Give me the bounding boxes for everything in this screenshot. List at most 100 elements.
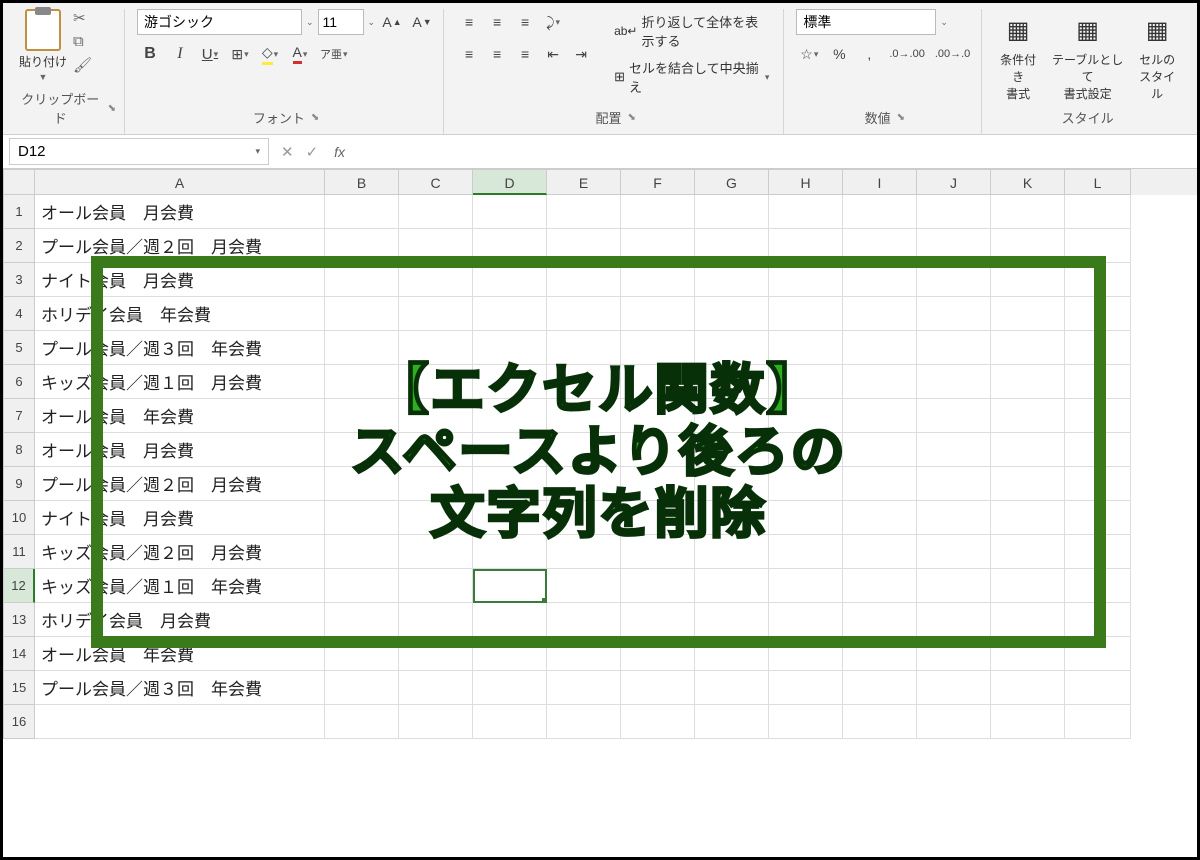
column-header[interactable]: L — [1065, 169, 1131, 195]
align-top-icon[interactable]: ≡ — [456, 9, 482, 35]
cell[interactable] — [399, 433, 473, 467]
percent-format-icon[interactable]: % — [826, 41, 852, 67]
cell[interactable]: キッズ会員／週１回 月会費 — [35, 365, 325, 399]
cell[interactable] — [473, 501, 547, 535]
bold-button[interactable]: B — [137, 41, 163, 67]
cell[interactable] — [843, 433, 917, 467]
row-header[interactable]: 12 — [3, 569, 35, 603]
cell[interactable] — [325, 331, 399, 365]
cell-styles-button[interactable]: ▦ セルの スタイル — [1133, 9, 1181, 104]
cell[interactable] — [917, 603, 991, 637]
cell[interactable] — [843, 467, 917, 501]
cell[interactable] — [547, 399, 621, 433]
cell[interactable] — [843, 331, 917, 365]
cell[interactable] — [399, 195, 473, 229]
cell[interactable] — [473, 399, 547, 433]
cell[interactable] — [1065, 671, 1131, 705]
chevron-down-icon[interactable]: ▾ — [765, 72, 770, 83]
cell[interactable] — [325, 569, 399, 603]
cell[interactable]: ナイト会員 月会費 — [35, 263, 325, 297]
cell[interactable]: プール会員／週３回 年会費 — [35, 671, 325, 705]
row-header[interactable]: 2 — [3, 229, 35, 263]
cell[interactable] — [695, 603, 769, 637]
cell[interactable] — [399, 603, 473, 637]
select-all-corner[interactable] — [3, 169, 35, 195]
cell[interactable]: オール会員 年会費 — [35, 637, 325, 671]
cell[interactable] — [325, 365, 399, 399]
cell[interactable] — [917, 297, 991, 331]
row-header[interactable]: 6 — [3, 365, 35, 399]
chevron-down-icon[interactable]: ▼ — [39, 72, 48, 82]
cell[interactable] — [473, 297, 547, 331]
increase-decimal-icon[interactable]: .0→.00 — [886, 41, 927, 67]
cell[interactable] — [1065, 535, 1131, 569]
cell[interactable] — [991, 399, 1065, 433]
row-header[interactable]: 7 — [3, 399, 35, 433]
cancel-icon[interactable]: ✕ — [281, 143, 294, 161]
cell[interactable] — [695, 637, 769, 671]
column-header[interactable]: E — [547, 169, 621, 195]
cell[interactable] — [621, 433, 695, 467]
cell[interactable] — [547, 365, 621, 399]
chevron-down-icon[interactable]: ⌄ — [368, 17, 376, 28]
phonetic-button[interactable]: ア亜▾ — [317, 41, 351, 67]
decrease-indent-icon[interactable]: ⇤ — [540, 41, 566, 67]
cell[interactable] — [843, 229, 917, 263]
cell[interactable] — [325, 297, 399, 331]
cell[interactable]: ホリデイ会員 年会費 — [35, 297, 325, 331]
cell[interactable] — [621, 263, 695, 297]
cell[interactable] — [473, 229, 547, 263]
row-header[interactable]: 15 — [3, 671, 35, 705]
cell[interactable] — [1065, 297, 1131, 331]
column-header[interactable]: C — [399, 169, 473, 195]
cell[interactable]: プール会員／週２回 月会費 — [35, 229, 325, 263]
cell[interactable] — [399, 297, 473, 331]
cell[interactable] — [473, 705, 547, 739]
cell[interactable] — [843, 399, 917, 433]
cell[interactable] — [769, 603, 843, 637]
cell[interactable] — [991, 297, 1065, 331]
cell[interactable] — [991, 467, 1065, 501]
cell[interactable] — [843, 705, 917, 739]
cell[interactable] — [473, 637, 547, 671]
accounting-format-icon[interactable]: ☆▾ — [796, 41, 822, 67]
cell[interactable] — [35, 705, 325, 739]
chevron-down-icon[interactable]: ⌄ — [306, 17, 314, 28]
cell[interactable]: オール会員 月会費 — [35, 195, 325, 229]
cut-icon[interactable]: ✂ — [73, 9, 92, 27]
cell[interactable] — [769, 331, 843, 365]
column-header[interactable]: H — [769, 169, 843, 195]
cell[interactable] — [917, 671, 991, 705]
row-header[interactable]: 1 — [3, 195, 35, 229]
cell[interactable] — [473, 331, 547, 365]
cell[interactable]: ホリデイ会員 月会費 — [35, 603, 325, 637]
cell[interactable] — [843, 297, 917, 331]
cell[interactable] — [1065, 603, 1131, 637]
cell[interactable] — [695, 229, 769, 263]
cell[interactable] — [399, 535, 473, 569]
row-header[interactable]: 3 — [3, 263, 35, 297]
row-header[interactable]: 14 — [3, 637, 35, 671]
align-middle-icon[interactable]: ≡ — [484, 9, 510, 35]
cell[interactable] — [399, 569, 473, 603]
column-header[interactable]: A — [35, 169, 325, 195]
decrease-decimal-icon[interactable]: .00→.0 — [932, 41, 973, 67]
cell[interactable] — [621, 671, 695, 705]
row-header[interactable]: 4 — [3, 297, 35, 331]
cell[interactable] — [399, 501, 473, 535]
cell[interactable] — [399, 229, 473, 263]
dialog-launcher-icon[interactable]: ⬊ — [311, 112, 319, 123]
cell[interactable] — [325, 705, 399, 739]
cell[interactable]: キッズ会員／週２回 月会費 — [35, 535, 325, 569]
cell[interactable] — [547, 331, 621, 365]
cell[interactable] — [547, 433, 621, 467]
cell[interactable] — [991, 535, 1065, 569]
cell[interactable] — [991, 263, 1065, 297]
cell[interactable] — [325, 263, 399, 297]
cell[interactable] — [843, 671, 917, 705]
fx-icon[interactable]: fx — [326, 144, 353, 160]
cell[interactable] — [621, 467, 695, 501]
row-header[interactable]: 8 — [3, 433, 35, 467]
font-name-select[interactable] — [137, 9, 302, 35]
font-size-select[interactable] — [318, 9, 364, 35]
